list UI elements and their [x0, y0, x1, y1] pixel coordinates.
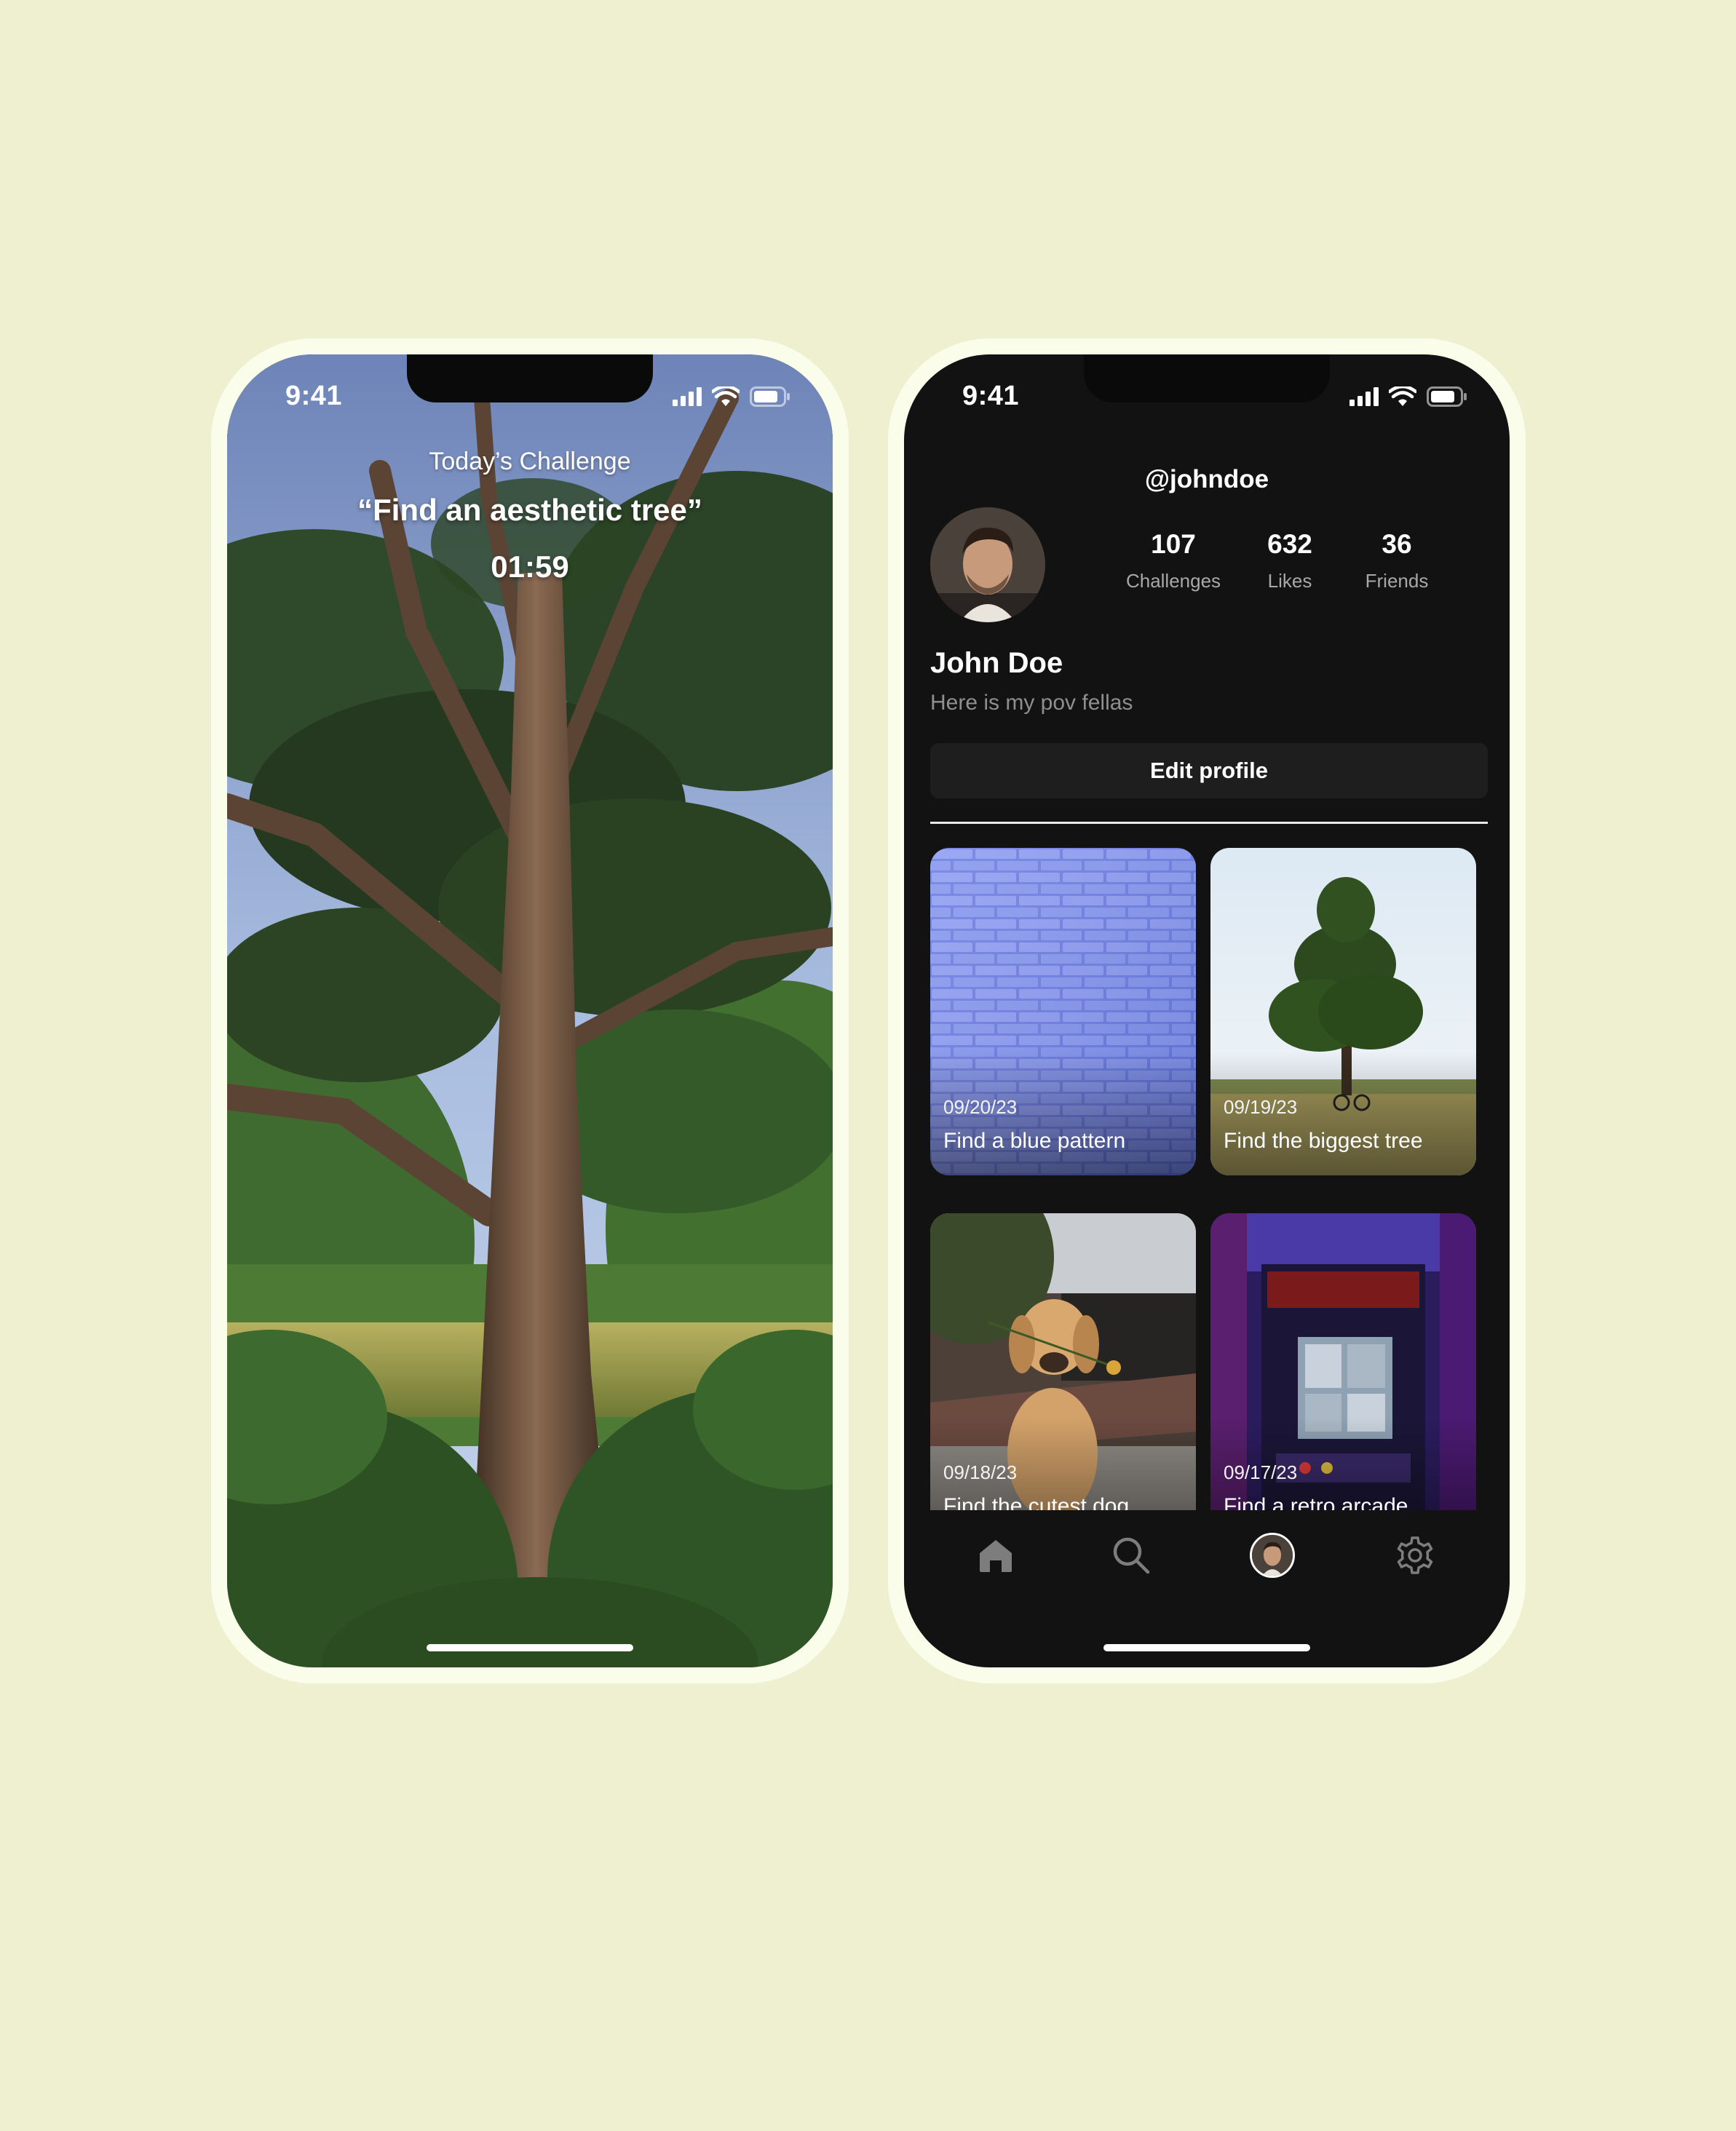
search-icon: [1113, 1537, 1150, 1574]
signal-icon: [1349, 387, 1379, 406]
post-title: Find the cutest dog: [943, 1494, 1130, 1510]
post-card[interactable]: 09/20/23 Find a blue pattern: [930, 848, 1196, 1175]
posts-grid: 09/20/23 Find a blue pattern 09/19/23 Fi…: [930, 848, 1488, 1510]
tab-home[interactable]: [967, 1526, 1025, 1584]
status-icons: [1349, 386, 1467, 407]
post-card[interactable]: 09/19/23 Find the biggest tree: [1210, 848, 1476, 1175]
profile-screen: 9:41 @johndoe 107 Challenges 632 Likes 3…: [904, 354, 1510, 1667]
post-date: 09/20/23: [943, 1096, 1018, 1118]
battery-icon: [1427, 386, 1467, 407]
stat-likes-label: Likes: [1267, 570, 1312, 592]
stat-friends-value: 36: [1382, 529, 1412, 559]
stat-challenges[interactable]: 107 Challenges: [1108, 529, 1239, 592]
signal-icon: [673, 387, 702, 406]
phone-camera-screen: 9:41 Today’s Challenge “Find an aestheti…: [211, 338, 849, 1683]
post-title: Find a retro arcade: [1224, 1494, 1408, 1510]
status-time: 9:41: [962, 381, 1020, 411]
post-date: 09/19/23: [1224, 1096, 1298, 1118]
challenge-label: Today’s Challenge: [429, 448, 631, 475]
stat-challenges-label: Challenges: [1125, 570, 1221, 592]
post-date: 09/17/23: [1224, 1461, 1298, 1483]
stat-challenges-value: 107: [1151, 529, 1196, 559]
wifi-icon: [1389, 386, 1416, 406]
stat-friends-label: Friends: [1365, 570, 1429, 592]
status-time: 9:41: [285, 381, 343, 411]
stat-friends[interactable]: 36 Friends: [1349, 529, 1444, 592]
home-indicator: [427, 1644, 633, 1651]
challenge-timer: 01:59: [491, 549, 569, 584]
home-indicator: [1103, 1644, 1310, 1651]
stat-likes-value: 632: [1267, 529, 1312, 559]
phone-profile-screen: 9:41 @johndoe 107 Challenges 632 Likes 3…: [888, 338, 1526, 1683]
notch: [1084, 354, 1330, 402]
profile-bio: Here is my pov fellas: [930, 691, 1133, 715]
post-title: Find the biggest tree: [1224, 1129, 1423, 1153]
wifi-icon: [712, 386, 740, 406]
battery-icon: [750, 386, 790, 407]
post-date: 09/18/23: [943, 1461, 1018, 1483]
tab-profile[interactable]: [1243, 1526, 1301, 1584]
settings-icon: [1397, 1536, 1433, 1574]
tab-search[interactable]: [1102, 1526, 1160, 1584]
grid-divider: [930, 822, 1488, 824]
post-title: Find a blue pattern: [943, 1129, 1126, 1153]
notch: [407, 354, 653, 402]
camera-screen: 9:41 Today’s Challenge “Find an aestheti…: [227, 354, 833, 1667]
profile-name: John Doe: [930, 647, 1063, 679]
post-card[interactable]: 09/17/23 Find a retro arcade: [1210, 1213, 1476, 1510]
edit-profile-button[interactable]: Edit profile: [930, 743, 1488, 798]
tab-settings[interactable]: [1386, 1526, 1444, 1584]
post-card[interactable]: 09/18/23 Find the cutest dog: [930, 1213, 1196, 1510]
tab-bar: [904, 1512, 1510, 1606]
profile-avatar[interactable]: [930, 507, 1045, 622]
status-icons: [673, 386, 790, 407]
profile-username: @johndoe: [1144, 465, 1269, 493]
stat-likes[interactable]: 632 Likes: [1246, 529, 1333, 592]
profile-avatar-small: [1250, 1533, 1295, 1578]
challenge-title: “Find an aesthetic tree”: [357, 493, 702, 527]
home-icon: [980, 1540, 1012, 1572]
